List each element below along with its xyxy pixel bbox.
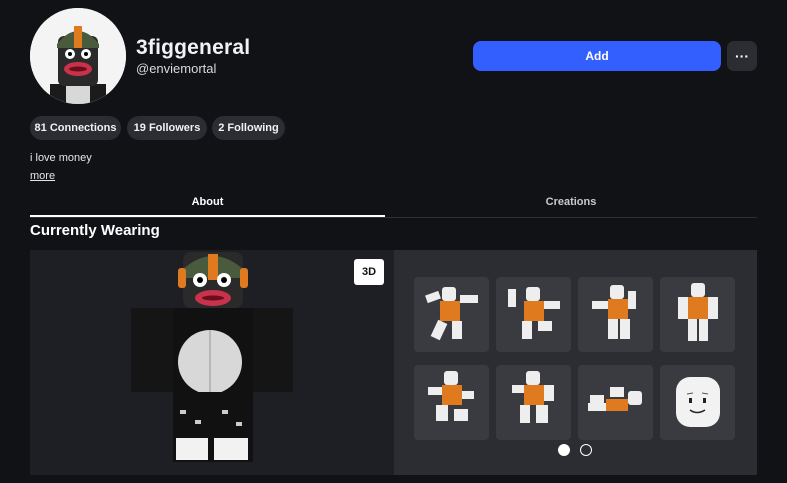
head-item-icon [676,377,720,427]
item-tile-1[interactable] [414,277,489,352]
following-pill[interactable]: 2 Following [212,116,285,140]
item-tile-5[interactable] [414,365,489,440]
tab-about[interactable]: About [30,190,385,214]
animation-pose-icon [508,287,560,339]
more-options-button[interactable]: ··· [727,41,757,71]
animation-pose-icon [512,371,554,423]
animation-pose-icon [588,387,642,411]
animation-pose-icon [592,285,636,339]
bio-text: i love money [30,152,92,164]
avatar-figure-icon [131,252,293,462]
view-3d-toggle[interactable]: 3D [354,259,384,285]
animation-pose-icon [428,371,474,421]
item-tile-7[interactable] [578,365,653,440]
animation-pose-icon [425,287,478,341]
tab-creations[interactable]: Creations [385,190,757,214]
avatar-3d-viewer[interactable] [30,250,394,475]
section-title: Currently Wearing [30,222,160,239]
username: @enviemortal [136,61,217,76]
followers-pill[interactable]: 19 Followers [127,116,207,140]
avatar-head-icon [30,8,126,104]
item-tile-8[interactable] [660,365,735,440]
profile-avatar [30,8,126,104]
item-tile-4[interactable] [660,277,735,352]
item-tile-6[interactable] [496,365,571,440]
bio-more-link[interactable]: more [30,170,55,182]
page-dot-1[interactable] [558,444,570,456]
page-dot-2[interactable] [580,444,592,456]
add-button[interactable]: Add [473,41,721,71]
animation-pose-icon [678,283,718,341]
display-name: 3figgeneral [136,36,251,59]
item-tile-2[interactable] [496,277,571,352]
connections-pill[interactable]: 81 Connections [30,116,121,140]
item-tile-3[interactable] [578,277,653,352]
tab-active-indicator [30,215,385,217]
tab-divider [30,217,757,218]
